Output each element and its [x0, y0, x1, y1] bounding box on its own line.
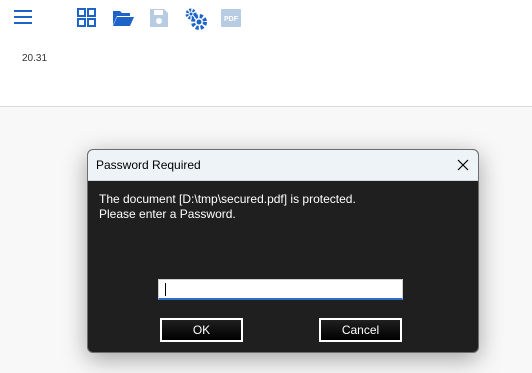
message-line-1: The document [D:\tmp\secured.pdf] is pro…: [99, 192, 356, 206]
pdf-icon: PDF: [220, 7, 246, 31]
password-input[interactable]: [158, 279, 403, 300]
grid-icon[interactable]: [76, 7, 102, 31]
text-caret: [165, 283, 166, 296]
save-icon: [148, 7, 174, 31]
dialog-message: The document [D:\tmp\secured.pdf] is pro…: [99, 192, 356, 222]
close-button[interactable]: [448, 150, 478, 180]
hamburger-menu-icon[interactable]: [12, 8, 38, 32]
toolbar: PDF 20.31: [0, 0, 532, 107]
message-line-2: Please enter a Password.: [99, 207, 236, 221]
password-dialog: Password Required The document [D:\tmp\s…: [87, 149, 479, 353]
dialog-titlebar: Password Required: [88, 150, 478, 181]
dialog-title: Password Required: [96, 158, 201, 172]
settings-gears-icon[interactable]: [183, 7, 209, 31]
zoom-level: 20.31: [22, 53, 48, 64]
close-icon: [457, 159, 469, 171]
folder-open-icon[interactable]: [111, 7, 137, 31]
cancel-button[interactable]: Cancel: [319, 318, 402, 342]
pdf-icon-label: PDF: [224, 16, 239, 23]
ok-button[interactable]: OK: [160, 318, 243, 342]
